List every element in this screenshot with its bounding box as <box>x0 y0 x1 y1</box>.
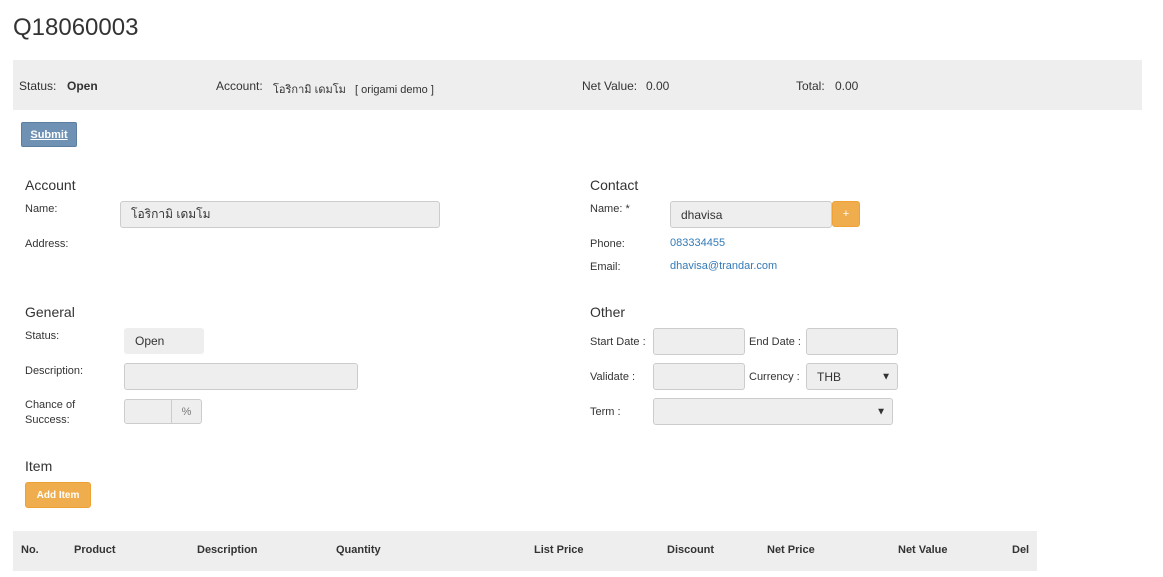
plus-icon: + <box>842 208 850 220</box>
contact-name-input[interactable]: dhavisa <box>670 201 832 228</box>
column-del: Del <box>1012 544 1030 556</box>
column-description: Description <box>197 544 258 556</box>
account-value: โอริกามิ เดมโม [ origami demo ] <box>273 84 434 96</box>
other-section-title: Other <box>590 304 626 320</box>
chance-label-line1: Chance of <box>25 399 76 411</box>
total-label: Total: <box>796 79 825 93</box>
validate-input[interactable] <box>653 363 745 390</box>
item-table-header: No. Product Description Quantity List Pr… <box>13 531 1037 571</box>
general-status-label: Status: <box>25 330 60 342</box>
contact-phone-link[interactable]: 083334455 <box>670 237 725 249</box>
submit-button[interactable]: Submit <box>21 122 77 147</box>
currency-select[interactable]: THB ▼ <box>806 363 898 390</box>
contact-section-title: Contact <box>590 177 639 193</box>
contact-email-label: Email: <box>590 261 621 273</box>
percent-addon: % <box>171 399 202 424</box>
description-input[interactable] <box>124 363 358 390</box>
chance-label-line2: Success: <box>25 414 70 426</box>
chance-input[interactable] <box>124 399 172 424</box>
column-list-price: List Price <box>534 544 584 556</box>
account-name-value: โอริกามิ เดมโม <box>131 207 211 221</box>
status-label: Status: <box>19 79 57 93</box>
column-quantity: Quantity <box>336 544 381 556</box>
term-label: Term : <box>590 406 621 418</box>
general-status-value: Open <box>135 334 165 348</box>
net-value-label: Net Value: <box>582 79 638 93</box>
account-address-label: Address: <box>25 238 69 250</box>
start-date-label: Start Date : <box>590 336 646 348</box>
general-section-title: General <box>25 304 75 320</box>
end-date-label: End Date : <box>749 336 801 348</box>
status-value: Open <box>67 79 98 93</box>
account-name-label: Name: <box>25 203 58 215</box>
start-date-input[interactable] <box>653 328 745 355</box>
contact-email-link[interactable]: dhavisa@trandar.com <box>670 260 777 272</box>
item-section-title: Item <box>25 458 53 474</box>
summary-bar: Status: Open Account: โอริกามิ เดมโม [ o… <box>13 60 1142 110</box>
page-title: Q18060003 <box>13 14 139 41</box>
column-discount: Discount <box>667 544 715 556</box>
term-select[interactable]: ▼ <box>653 398 893 425</box>
account-label: Account: <box>216 79 263 93</box>
contact-name-value: dhavisa <box>681 207 723 222</box>
column-no: No. <box>21 544 39 556</box>
end-date-input[interactable] <box>806 328 898 355</box>
contact-name-label: Name: * <box>590 203 630 215</box>
total-value: 0.00 <box>835 79 859 93</box>
description-label: Description: <box>25 365 84 377</box>
column-net-value: Net Value <box>898 544 948 556</box>
currency-label: Currency : <box>749 371 800 383</box>
caret-down-icon: ▼ <box>881 371 891 382</box>
column-net-price: Net Price <box>767 544 815 556</box>
validate-label: Validate : <box>590 371 636 383</box>
account-name-input[interactable]: โอริกามิ เดมโม <box>120 201 440 228</box>
caret-down-icon: ▼ <box>876 406 886 417</box>
net-value: 0.00 <box>646 79 670 93</box>
add-item-button[interactable]: Add Item <box>25 482 91 508</box>
currency-value: THB <box>817 369 841 384</box>
general-status-select[interactable]: Open <box>124 328 204 354</box>
account-section-title: Account <box>25 177 76 193</box>
contact-phone-label: Phone: <box>590 238 625 250</box>
add-contact-button[interactable]: + <box>832 201 860 227</box>
column-product: Product <box>74 544 116 556</box>
